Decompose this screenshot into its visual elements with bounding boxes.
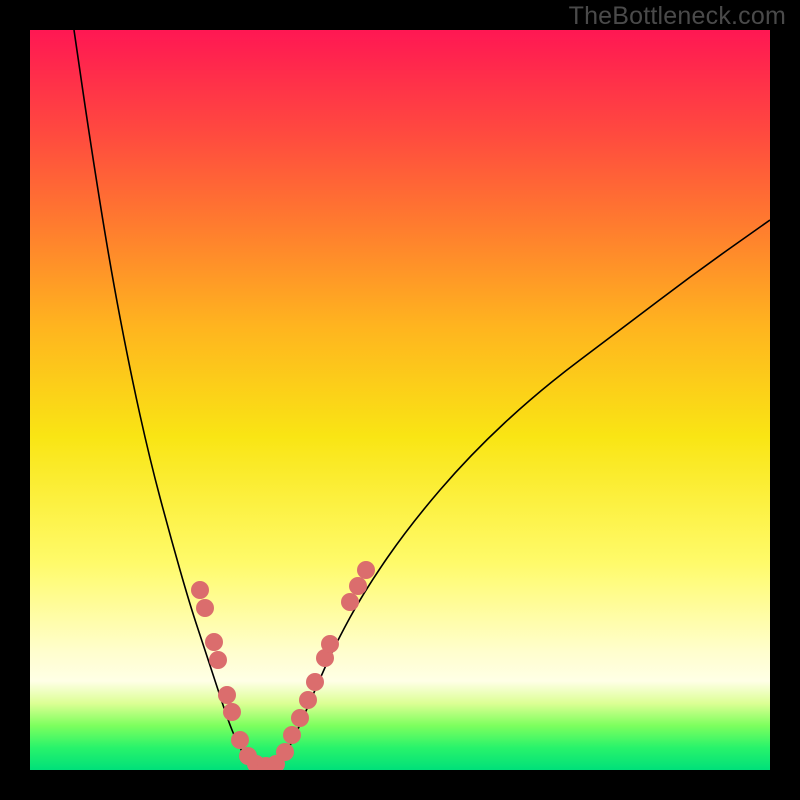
- plot-area: [30, 30, 770, 770]
- highlight-dot: [191, 581, 209, 599]
- highlight-dot: [283, 726, 301, 744]
- highlight-dot: [209, 651, 227, 669]
- highlight-dot: [341, 593, 359, 611]
- highlight-dots: [191, 561, 375, 770]
- highlight-dot: [205, 633, 223, 651]
- highlight-dot: [299, 691, 317, 709]
- bottleneck-curve: [30, 30, 770, 770]
- highlight-dot: [291, 709, 309, 727]
- chart-frame: TheBottleneck.com: [0, 0, 800, 800]
- highlight-dot: [306, 673, 324, 691]
- highlight-dot: [357, 561, 375, 579]
- highlight-dot: [196, 599, 214, 617]
- highlight-dot: [349, 577, 367, 595]
- curve-path: [74, 30, 770, 766]
- highlight-dot: [218, 686, 236, 704]
- highlight-dot: [231, 731, 249, 749]
- highlight-dot: [321, 635, 339, 653]
- highlight-dot: [276, 743, 294, 761]
- highlight-dot: [223, 703, 241, 721]
- watermark-text: TheBottleneck.com: [569, 2, 786, 31]
